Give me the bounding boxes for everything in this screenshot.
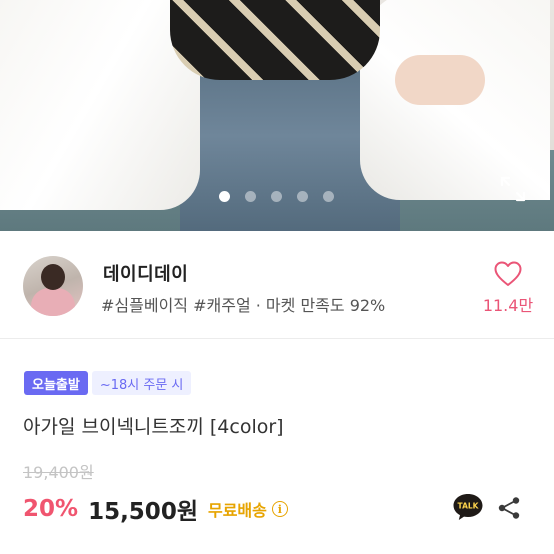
photo-hand xyxy=(395,55,485,105)
like-count: 11.4만 xyxy=(482,296,534,315)
shop-name[interactable]: 데이디데이 xyxy=(103,260,188,286)
shop-info-row[interactable]: 데이디데이 #심플베이직 #캐주얼 · 마켓 만족도 92% 11.4만 xyxy=(0,231,554,339)
delivery-badges: 오늘출발 ~18시 주문 시 xyxy=(24,371,192,395)
photo-knit-vest xyxy=(170,0,380,80)
info-icon[interactable]: i xyxy=(271,501,288,517)
sale-price: 15,500원 xyxy=(88,499,198,525)
avatar-figure-body xyxy=(31,288,75,316)
carousel-dot[interactable] xyxy=(297,191,308,202)
carousel-dot[interactable] xyxy=(271,191,282,202)
shop-tags: #심플베이직 #캐주얼 · 마켓 만족도 92% xyxy=(101,296,386,315)
carousel-dot[interactable] xyxy=(219,191,230,202)
today-shipping-badge: 오늘출발 xyxy=(24,371,88,395)
talk-chat-icon[interactable]: TALK xyxy=(452,492,484,522)
order-cutoff-badge: ~18시 주문 시 xyxy=(91,371,192,395)
carousel-indicator xyxy=(219,191,334,202)
carousel-dot[interactable] xyxy=(323,191,334,202)
price-row: 20% 15,500원 무료배송 i xyxy=(23,492,288,526)
carousel-dot[interactable] xyxy=(245,191,256,202)
shop-avatar[interactable] xyxy=(23,256,83,316)
section-divider xyxy=(0,338,554,339)
free-shipping-label: 무료배송 xyxy=(207,501,267,520)
product-title: 아가일 브이넥니트조끼 [4color] xyxy=(23,416,284,438)
share-icon[interactable] xyxy=(497,496,521,520)
expand-icon[interactable] xyxy=(500,176,526,202)
avatar-figure-head xyxy=(41,264,65,290)
talk-icon-label: TALK xyxy=(458,502,480,511)
heart-icon[interactable] xyxy=(494,261,522,287)
original-price: 19,400원 xyxy=(23,463,94,482)
discount-rate: 20% xyxy=(23,496,79,522)
product-image-carousel[interactable] xyxy=(0,0,554,231)
